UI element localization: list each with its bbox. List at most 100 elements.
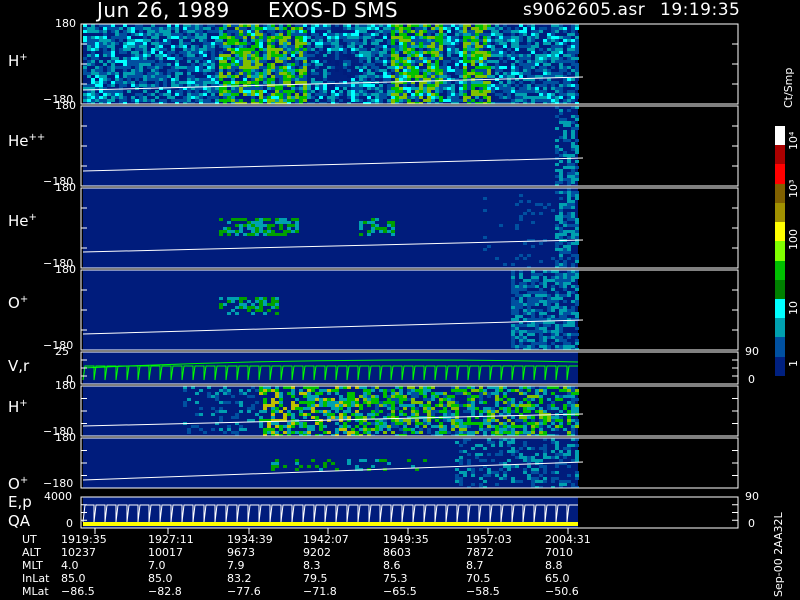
heatmap-cell bbox=[119, 78, 123, 81]
heatmap-cell bbox=[359, 51, 363, 54]
heatmap-cell bbox=[511, 45, 515, 48]
heatmap-cell bbox=[219, 72, 223, 75]
heatmap-cell bbox=[355, 27, 359, 30]
heatmap-cell bbox=[563, 245, 567, 248]
heatmap-cell bbox=[303, 60, 307, 63]
heatmap-cell bbox=[243, 224, 247, 227]
heatmap-cell bbox=[519, 273, 523, 276]
heatmap-cell bbox=[299, 407, 303, 410]
heatmap-cell bbox=[319, 90, 323, 93]
heatmap-cell bbox=[507, 93, 511, 96]
heatmap-cell bbox=[571, 96, 575, 99]
heatmap-cell bbox=[207, 27, 211, 30]
heatmap-cell bbox=[251, 87, 255, 90]
heatmap-cell bbox=[303, 401, 307, 404]
heatmap-cell bbox=[571, 178, 575, 181]
heatmap-cell bbox=[547, 303, 551, 306]
heatmap-cell bbox=[311, 404, 315, 407]
heatmap-cell bbox=[547, 330, 551, 333]
heatmap-cell bbox=[563, 154, 567, 157]
heatmap-cell bbox=[271, 39, 275, 42]
heatmap-cell bbox=[487, 474, 491, 477]
heatmap-cell bbox=[403, 45, 407, 48]
heatmap-cell bbox=[515, 227, 519, 230]
heatmap-cell bbox=[319, 422, 323, 425]
heatmap-cell bbox=[339, 33, 343, 36]
heatmap-cell bbox=[267, 87, 271, 90]
heatmap-cell bbox=[99, 60, 103, 63]
heatmap-cell bbox=[523, 441, 527, 444]
heatmap-cell bbox=[511, 282, 515, 285]
heatmap-cell bbox=[291, 51, 295, 54]
heatmap-cell bbox=[207, 87, 211, 90]
panel-label-text: He bbox=[8, 132, 29, 150]
heatmap-cell bbox=[155, 54, 159, 57]
heatmap-cell bbox=[287, 39, 291, 42]
panel-label: E,p bbox=[8, 493, 32, 511]
heatmap-cell bbox=[255, 90, 259, 93]
heatmap-cell bbox=[247, 81, 251, 84]
heatmap-cell bbox=[455, 27, 459, 30]
heatmap-cell bbox=[395, 63, 399, 66]
heatmap-cell bbox=[379, 230, 383, 233]
heatmap-cell bbox=[159, 48, 163, 51]
heatmap-cell bbox=[567, 336, 571, 339]
heatmap-cell bbox=[271, 404, 275, 407]
heatmap-cell bbox=[175, 57, 179, 60]
heatmap-cell bbox=[291, 63, 295, 66]
heatmap-cell bbox=[159, 93, 163, 96]
heatmap-cell bbox=[371, 78, 375, 81]
heatmap-cell bbox=[135, 33, 139, 36]
heatmap-cell bbox=[299, 425, 303, 428]
heatmap-cell bbox=[339, 72, 343, 75]
heatmap-cell bbox=[303, 45, 307, 48]
heatmap-cell bbox=[575, 78, 579, 81]
heatmap-cell bbox=[519, 66, 523, 69]
heatmap-cell bbox=[523, 294, 527, 297]
heatmap-cell bbox=[319, 389, 323, 392]
heatmap-cell bbox=[487, 42, 491, 45]
heatmap-cell bbox=[439, 96, 443, 99]
heatmap-cell bbox=[447, 57, 451, 60]
heatmap-cell bbox=[383, 96, 387, 99]
heatmap-cell bbox=[391, 30, 395, 33]
heatmap-cell bbox=[275, 27, 279, 30]
heatmap-cell bbox=[283, 413, 287, 416]
heatmap-cell bbox=[323, 90, 327, 93]
heatmap-cell bbox=[447, 75, 451, 78]
heatmap-cell bbox=[83, 30, 87, 33]
heatmap-cell bbox=[187, 431, 191, 434]
heatmap-cell bbox=[483, 63, 487, 66]
heatmap-cell bbox=[575, 57, 579, 60]
heatmap-cell bbox=[423, 57, 427, 60]
heatmap-cell bbox=[551, 81, 555, 84]
heatmap-cell bbox=[559, 72, 563, 75]
heatmap-cell bbox=[435, 392, 439, 395]
heatmap-cell bbox=[455, 468, 459, 471]
heatmap-cell bbox=[431, 96, 435, 99]
heatmap-cell bbox=[275, 395, 279, 398]
heatmap-cell bbox=[107, 27, 111, 30]
heatmap-cell bbox=[275, 54, 279, 57]
heatmap-cell bbox=[267, 63, 271, 66]
heatmap-cell bbox=[275, 72, 279, 75]
heatmap-cell bbox=[427, 407, 431, 410]
heatmap-cell bbox=[319, 84, 323, 87]
heatmap-cell bbox=[231, 63, 235, 66]
heatmap-cell bbox=[247, 54, 251, 57]
heatmap-cell bbox=[475, 27, 479, 30]
heatmap-cell bbox=[227, 230, 231, 233]
heatmap-cell bbox=[403, 48, 407, 51]
heatmap-cell bbox=[407, 45, 411, 48]
heatmap-cell bbox=[495, 36, 499, 39]
heatmap-cell bbox=[295, 468, 299, 471]
heatmap-cell bbox=[167, 42, 171, 45]
heatmap-cell bbox=[123, 96, 127, 99]
heatmap-cell bbox=[151, 45, 155, 48]
heatmap-cell bbox=[363, 72, 367, 75]
heatmap-cell bbox=[271, 63, 275, 66]
heatmap-cell bbox=[311, 75, 315, 78]
heatmap-cell bbox=[451, 48, 455, 51]
heatmap-cell bbox=[163, 30, 167, 33]
heatmap-cell bbox=[471, 84, 475, 87]
